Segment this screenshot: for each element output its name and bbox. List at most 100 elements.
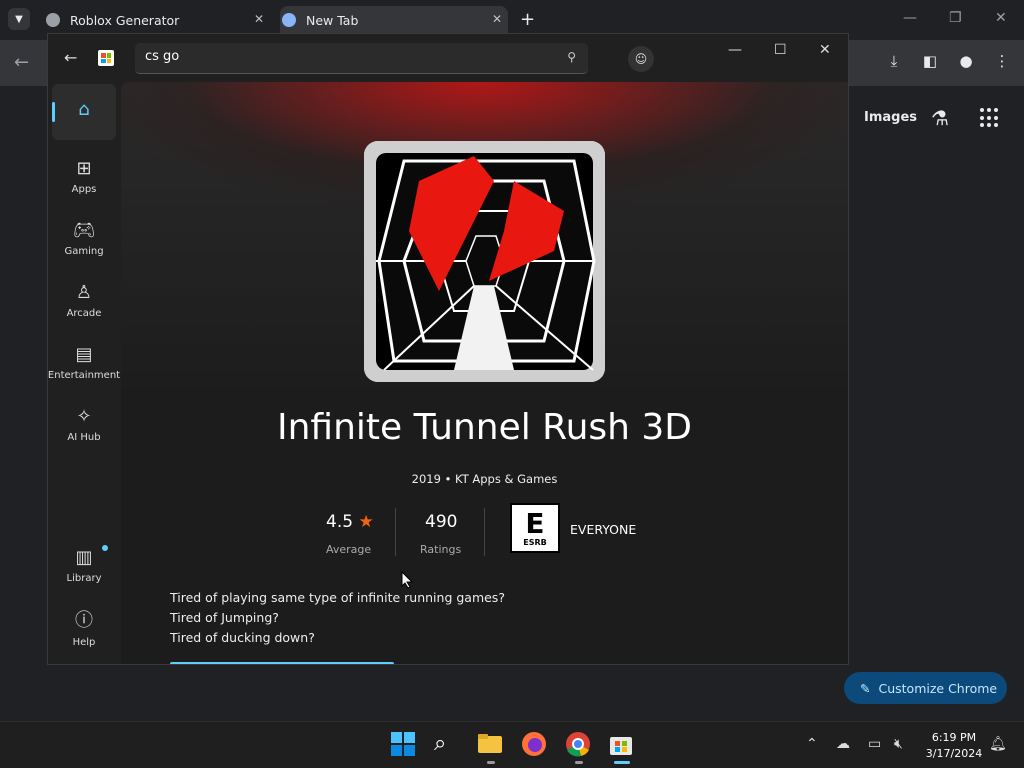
nav-label: Library <box>66 572 102 584</box>
chrome-icon[interactable] <box>565 731 593 764</box>
average-rating-value: 4.5 ★ <box>326 512 374 532</box>
show-hidden-icons-icon[interactable]: ⌃ <box>806 736 818 752</box>
time: 6:19 PM <box>931 731 977 744</box>
back-icon[interactable]: ← <box>14 52 29 73</box>
stat-divider <box>484 508 485 556</box>
get-button[interactable] <box>170 662 394 664</box>
close-tab-icon[interactable]: ✕ <box>492 12 502 26</box>
file-explorer-icon[interactable] <box>477 731 505 764</box>
store-title-bar: ← ⚲ ☺ — ☐ ✕ <box>48 34 848 82</box>
app-details-page: Infinite Tunnel Rush 3D 2019 • KT Apps &… <box>121 82 848 664</box>
globe-icon <box>46 13 60 27</box>
microsoft-store-icon[interactable] <box>608 731 636 764</box>
customize-chrome-button[interactable]: ✎ Customize Chrome <box>844 672 1007 704</box>
new-tab-button[interactable]: + <box>520 9 535 30</box>
back-arrow-icon[interactable]: ← <box>64 48 77 67</box>
nav-label: Apps <box>71 183 97 195</box>
microsoft-store-window: ← ⚲ ☺ — ☐ ✕ ⌂ ⊞ Apps 🎮︎ Gaming ♙ Arcade … <box>47 33 849 665</box>
nav-apps[interactable]: ⊞ Apps <box>52 148 116 204</box>
meta-separator-dot: • <box>444 472 456 486</box>
description-line: Tired of Jumping? <box>170 610 279 625</box>
average-rating-label: Average <box>326 543 372 556</box>
close-tab-icon[interactable]: ✕ <box>254 12 264 26</box>
nav-label: Gaming <box>64 245 104 257</box>
stat-divider <box>395 508 396 556</box>
minimize-icon[interactable]: — <box>903 10 917 26</box>
nav-label: AI Hub <box>67 431 101 443</box>
windows-logo-icon <box>391 732 415 756</box>
description-line: Tired of playing same type of infinite r… <box>170 590 505 605</box>
update-badge <box>102 545 108 551</box>
clock[interactable]: 6:19 PM 3/17/2024 <box>924 730 984 762</box>
chrome-icon <box>282 13 296 27</box>
search-icon[interactable]: ⌕ <box>434 731 462 759</box>
google-apps-icon[interactable] <box>980 108 1000 128</box>
account-icon[interactable]: ☺ <box>628 46 654 72</box>
customize-label: Customize Chrome <box>878 680 998 696</box>
home-icon: ⌂ <box>78 99 90 120</box>
tab-title: Roblox Generator <box>70 12 180 28</box>
tab-roblox-generator[interactable]: Roblox Generator ✕ <box>44 6 270 34</box>
running-indicator <box>487 761 495 764</box>
store-sidebar: ⌂ ⊞ Apps 🎮︎ Gaming ♙ Arcade ▤ Entertainm… <box>48 82 120 664</box>
pencil-icon: ✎ <box>860 680 871 696</box>
store-logo-icon <box>98 50 114 66</box>
esrb-letter: E <box>525 506 545 540</box>
maximize-icon[interactable]: ☐ <box>774 42 787 58</box>
publisher-link[interactable]: KT Apps & Games <box>455 472 557 486</box>
close-icon[interactable]: ✕ <box>819 42 831 58</box>
ai-hub-icon: ✧ <box>76 405 92 427</box>
ratings-count: 490 <box>425 512 458 532</box>
nav-arcade[interactable]: ♙ Arcade <box>52 272 116 328</box>
entertainment-icon: ▤ <box>75 343 93 365</box>
library-icon: ▥ <box>75 546 93 568</box>
menu-icon[interactable]: ⋮ <box>992 52 1012 72</box>
nav-help[interactable]: ⓘ Help <box>52 599 116 655</box>
help-icon: ⓘ <box>75 610 93 631</box>
profile-icon[interactable]: ● <box>956 52 976 72</box>
store-search-box[interactable]: ⚲ <box>135 43 588 74</box>
nav-label: Arcade <box>66 307 102 319</box>
close-window-icon[interactable]: ✕ <box>995 10 1007 26</box>
nav-entertainment[interactable]: ▤ Entertainment <box>48 334 120 390</box>
nav-label: Entertainment <box>47 369 121 381</box>
esrb-brand: ESRB <box>523 537 547 547</box>
arcade-icon: ♙ <box>75 281 93 303</box>
volume-muted-icon[interactable]: 🔇︎ <box>894 736 903 752</box>
tab-search-button[interactable]: ▼ <box>8 8 30 30</box>
onedrive-icon[interactable]: ☁ <box>836 736 850 752</box>
network-icon[interactable]: ▭ <box>868 736 881 752</box>
star-icon: ★ <box>358 512 374 532</box>
nav-gaming[interactable]: 🎮︎ Gaming <box>52 210 116 266</box>
app-meta: 2019 • KT Apps & Games <box>121 472 848 486</box>
nav-library[interactable]: ▥ Library <box>52 537 116 593</box>
ratings-label: Ratings <box>420 543 462 556</box>
notifications-bell-icon[interactable]: 🔔︎ <box>989 736 1007 752</box>
firefox-icon[interactable] <box>521 731 549 759</box>
images-link[interactable]: Images <box>864 110 917 125</box>
side-panel-icon[interactable]: ◧ <box>920 52 940 72</box>
download-icon[interactable]: ⤓ <box>884 52 904 72</box>
gaming-icon: 🎮︎ <box>72 219 96 241</box>
app-title: Infinite Tunnel Rush 3D <box>276 407 693 448</box>
windows-taskbar: ⌕ ⌃ ☁ ▭ 🔇︎ 6:19 PM 3/17/2024 🔔︎ <box>0 721 1024 768</box>
nav-ai-hub[interactable]: ✧ AI Hub <box>52 396 116 452</box>
search-icon[interactable]: ⚲ <box>567 50 576 64</box>
minimize-icon[interactable]: — <box>728 42 742 58</box>
running-indicator <box>575 761 583 764</box>
description-line: Tired of ducking down? <box>170 630 315 645</box>
start-button[interactable] <box>390 731 418 759</box>
mouse-cursor-icon <box>401 571 413 589</box>
apps-icon: ⊞ <box>76 157 92 179</box>
tab-new-tab[interactable]: New Tab ✕ <box>280 6 508 34</box>
nav-home[interactable]: ⌂ <box>52 84 116 140</box>
active-app-indicator <box>614 761 630 764</box>
nav-label: Help <box>72 637 96 648</box>
labs-flask-icon[interactable]: ⚗ <box>931 106 949 130</box>
date: 3/17/2024 <box>925 747 983 760</box>
restore-icon[interactable]: ❐ <box>949 10 962 26</box>
tab-title: New Tab <box>306 12 359 28</box>
app-logo <box>364 141 605 382</box>
search-input[interactable] <box>145 49 545 64</box>
esrb-rating-badge: E ESRB <box>510 503 560 553</box>
